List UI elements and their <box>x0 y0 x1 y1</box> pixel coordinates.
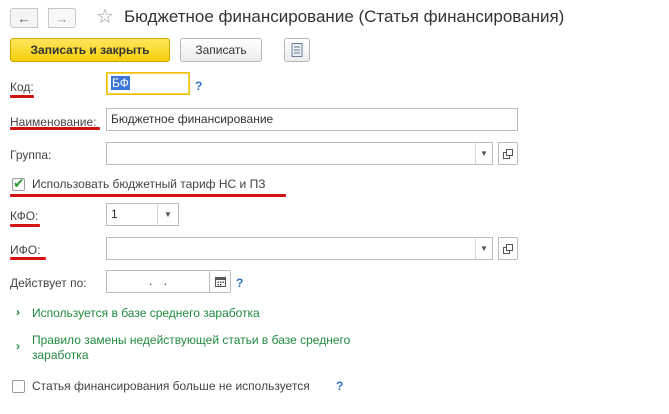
ifo-dropdown-button[interactable]: ▼ <box>475 237 493 260</box>
chevron-down-icon: ▼ <box>480 244 488 253</box>
open-window-icon <box>503 148 513 159</box>
ifo-label: ИФО: <box>10 243 41 257</box>
checkmark-icon: ✔ <box>13 175 25 191</box>
code-value: БФ <box>111 76 130 90</box>
code-label: Код: <box>10 80 34 94</box>
chevron-down-icon: ▼ <box>164 210 172 219</box>
valid-until-label: Действует по: <box>10 276 87 290</box>
kfo-field[interactable]: 1 <box>106 203 158 226</box>
annotation-underline <box>10 194 286 197</box>
use-budget-tariff-checkbox[interactable]: ✔ <box>12 175 25 191</box>
group-label: Группа: <box>10 148 52 162</box>
ifo-field[interactable] <box>106 237 476 260</box>
annotation-underline <box>10 95 34 98</box>
report-button[interactable] <box>284 38 310 62</box>
valid-until-field[interactable]: . . <box>106 270 210 293</box>
back-button[interactable]: ← <box>10 8 38 28</box>
kfo-label: КФО: <box>10 209 39 223</box>
group-open-button[interactable] <box>498 142 518 165</box>
code-field[interactable]: БФ <box>106 72 190 95</box>
chevron-down-icon: ▼ <box>480 149 488 158</box>
help-icon[interactable]: ? <box>336 379 343 393</box>
arrow-left-icon: ← <box>17 10 31 26</box>
replacement-rule-link[interactable]: Правило замены недействующей статьи в ба… <box>32 332 350 348</box>
arrow-right-icon: → <box>55 10 69 26</box>
calendar-icon <box>214 277 226 287</box>
help-icon[interactable]: ? <box>195 79 202 93</box>
kfo-dropdown-button[interactable]: ▼ <box>157 203 179 226</box>
document-list-icon <box>291 43 303 57</box>
save-button[interactable]: Записать <box>180 38 262 62</box>
group-dropdown-button[interactable]: ▼ <box>475 142 493 165</box>
group-field[interactable] <box>106 142 476 165</box>
not-used-label: Статья финансирования больше не использу… <box>32 379 310 393</box>
ifo-open-button[interactable] <box>498 237 518 260</box>
annotation-underline <box>10 127 100 130</box>
not-used-checkbox[interactable] <box>12 380 25 393</box>
chevron-right-icon[interactable]: › <box>16 305 20 319</box>
calendar-button[interactable] <box>209 270 231 293</box>
page-title: Бюджетное финансирование (Статья финанси… <box>124 7 565 26</box>
replacement-rule-link-continuation[interactable]: заработка <box>32 347 89 363</box>
annotation-underline <box>10 224 40 227</box>
chevron-right-icon[interactable]: › <box>16 339 20 353</box>
name-field[interactable]: Бюджетное финансирование <box>106 108 518 131</box>
annotation-underline <box>10 257 46 260</box>
open-window-icon <box>503 243 513 254</box>
favorite-star-icon[interactable]: ☆ <box>96 5 114 29</box>
help-icon[interactable]: ? <box>236 276 243 290</box>
forward-button[interactable]: → <box>48 8 76 28</box>
save-and-close-button[interactable]: Записать и закрыть <box>10 38 170 62</box>
use-budget-tariff-label: Использовать бюджетный тариф НС и ПЗ <box>32 177 266 191</box>
average-earnings-link[interactable]: Используется в базе среднего заработка <box>32 305 260 321</box>
